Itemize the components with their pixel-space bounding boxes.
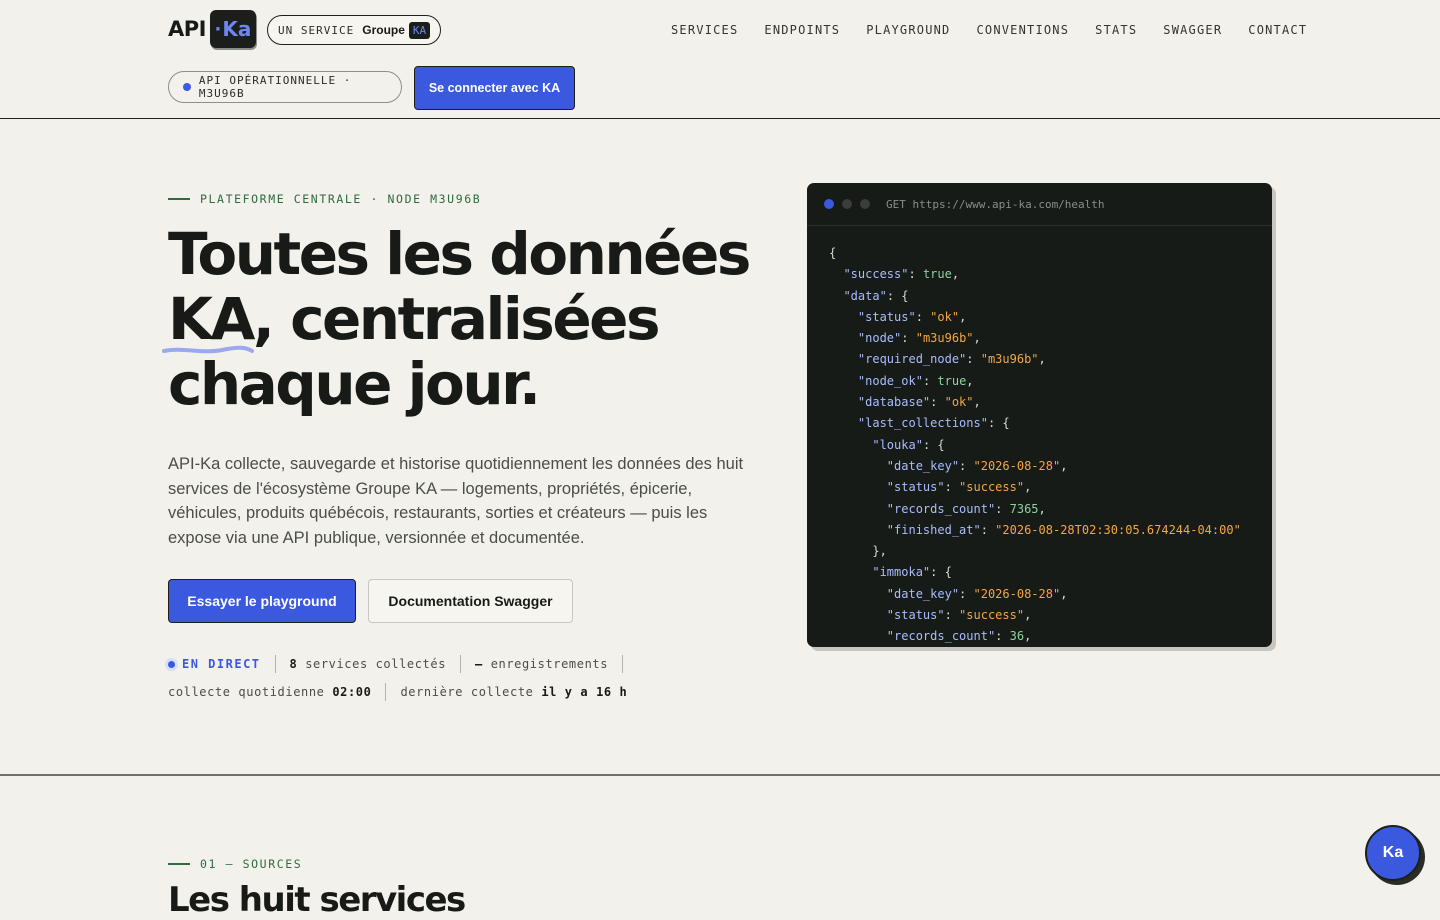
- logo-badge: · Ka: [209, 10, 256, 48]
- sources-eyebrow: 01 — SOURCES: [168, 857, 302, 871]
- connect-button[interactable]: Se connecter avec KA: [414, 66, 575, 110]
- service-pill[interactable]: UN SERVICE Groupe KA: [267, 15, 442, 45]
- records-stat: — enregistrements: [475, 657, 609, 671]
- live-stats-row: EN DIRECT 8 services collectés — enregis…: [168, 655, 637, 673]
- logo[interactable]: API · Ka: [168, 10, 256, 48]
- json-response: { "success": true, "data": { "status": "…: [829, 246, 1241, 644]
- hero-eyebrow: PLATEFORME CENTRALE · NODE M3U96B: [168, 192, 481, 206]
- status-dot-icon: [183, 83, 191, 91]
- nav-services[interactable]: SERVICES: [671, 23, 738, 37]
- eyebrow-line: [168, 863, 190, 865]
- hero-title: Toutes les données KA, centralisées chaque…: [162, 222, 788, 417]
- live-indicator: EN DIRECT: [168, 657, 261, 671]
- section-divider: [0, 774, 1440, 776]
- window-dot-icon: [860, 199, 870, 209]
- status-text: API OPÉRATIONNELLE · M3U96B: [198, 74, 352, 100]
- live-dot-icon: [168, 660, 175, 668]
- nav-conventions[interactable]: CONVENTIONS: [976, 23, 1069, 37]
- sources-title: Les huit services: [168, 880, 466, 920]
- site-header: API · Ka UN SERVICE Groupe KA SERVICES EN…: [0, 0, 1440, 119]
- logo-text: API: [168, 17, 206, 41]
- request-url: GET https://www.api-ka.com/health: [886, 197, 1105, 211]
- ka-chat-button[interactable]: Ka: [1365, 825, 1421, 881]
- title-ka-word: KA: [162, 285, 255, 354]
- underline-squiggle-icon: [162, 345, 254, 354]
- last-collection: dernière collecte il y a 16 h: [400, 685, 628, 699]
- eyebrow-line: [168, 198, 190, 200]
- api-status-pill: API OPÉRATIONNELLE · M3U96B: [168, 71, 402, 103]
- main-nav: SERVICES ENDPOINTS PLAYGROUND CONVENTION…: [671, 23, 1307, 37]
- service-prefix: UN SERVICE: [278, 23, 355, 37]
- collection-stats-row: collecte quotidienne 02:00 dernière coll…: [168, 683, 627, 701]
- nav-playground[interactable]: PLAYGROUND: [866, 23, 950, 37]
- services-stat: 8 services collectés: [289, 657, 447, 671]
- window-dot-icon: [842, 199, 852, 209]
- code-panel-header: GET https://www.api-ka.com/health: [807, 183, 1272, 226]
- nav-contact[interactable]: CONTACT: [1248, 23, 1307, 37]
- hero-lede: API-Ka collecte, sauvegarde et historise…: [168, 455, 744, 547]
- health-code-panel: GET https://www.api-ka.com/health { "suc…: [807, 183, 1272, 647]
- nav-endpoints[interactable]: ENDPOINTS: [764, 23, 840, 37]
- service-badge: KA: [408, 21, 431, 39]
- playground-button[interactable]: Essayer le playground: [168, 579, 356, 623]
- window-dot-icon: [824, 199, 834, 209]
- nav-swagger[interactable]: SWAGGER: [1163, 23, 1222, 37]
- nav-stats[interactable]: STATS: [1095, 23, 1137, 37]
- daily-collection: collecte quotidienne 02:00: [168, 685, 372, 699]
- service-brand: Groupe: [362, 23, 405, 37]
- swagger-docs-button[interactable]: Documentation Swagger: [368, 579, 573, 623]
